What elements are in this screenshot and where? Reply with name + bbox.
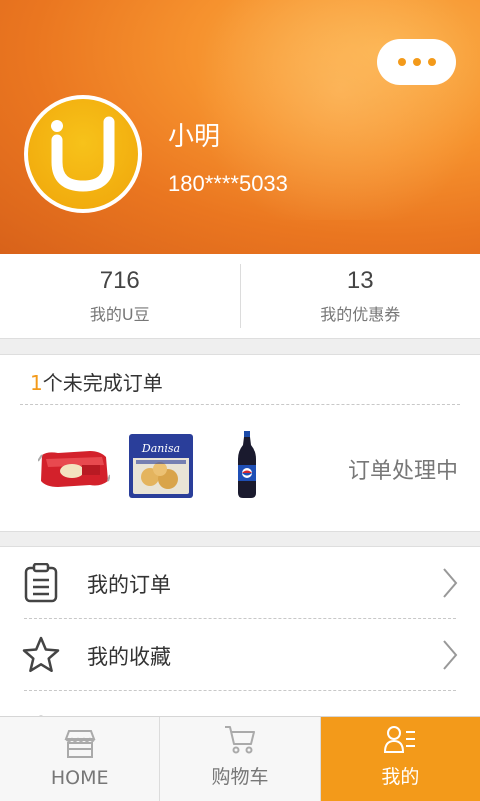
danisa-cookies-image: Danisa [128,433,194,503]
menu-item-label: 我的订单 [87,569,171,599]
order-status: 订单处理中 [348,453,458,485]
user-name: 小明 [168,116,220,153]
star-icon [22,635,60,675]
stat-u-beans[interactable]: 716 我的U豆 [0,254,240,338]
stat-coupons[interactable]: 13 我的优惠券 [241,254,480,338]
menu-item-my-favorites[interactable]: 我的收藏 [0,619,480,691]
chevron-right-icon [442,567,458,603]
stat-value: 716 [100,267,140,295]
menu-item-my-orders[interactable]: 我的订单 [0,547,480,619]
avatar[interactable] [24,95,142,213]
tab-label: 我的 [381,762,419,789]
bottom-tabbar: HOME 购物车 我的 [0,716,480,801]
pending-order-count: 1 [30,371,43,395]
menu-item-partial[interactable] [0,697,480,717]
pending-orders-card[interactable]: 1个未完成订单 Danisa [0,354,480,532]
user-phone: 180****5033 [168,171,288,197]
candy-pack-image [38,445,110,495]
clipboard-icon [22,563,60,603]
stat-value: 13 [347,267,374,295]
tab-label: HOME [51,767,109,789]
more-dot [398,58,406,66]
profile-list-icon [383,724,417,758]
stats-bar: 716 我的U豆 13 我的优惠券 [0,254,480,339]
svg-text:Danisa: Danisa [141,442,180,455]
stat-label: 我的U豆 [90,301,150,325]
chevron-right-icon [442,639,458,675]
pending-orders-title: 1个未完成订单 [30,367,163,396]
menu-item-label: 我的收藏 [87,641,171,671]
stat-label: 我的优惠券 [320,301,400,325]
tab-cart[interactable]: 购物车 [159,717,319,801]
more-dot [413,58,421,66]
tab-mine[interactable]: 我的 [320,717,480,801]
dashed-divider [24,690,456,691]
menu-list: 我的订单 我的收藏 [0,546,480,717]
more-button[interactable] [377,39,456,85]
store-icon [63,729,97,763]
brand-u-logo-icon [28,99,138,209]
profile-header: 小明 180****5033 [0,0,480,254]
pepsi-bottle-image [236,431,258,503]
dashed-divider [20,404,460,405]
cart-icon [223,724,257,758]
more-dot [428,58,436,66]
tab-label: 购物车 [211,762,268,789]
tab-home[interactable]: HOME [0,717,159,801]
pending-orders-label: 个未完成订单 [43,371,163,395]
